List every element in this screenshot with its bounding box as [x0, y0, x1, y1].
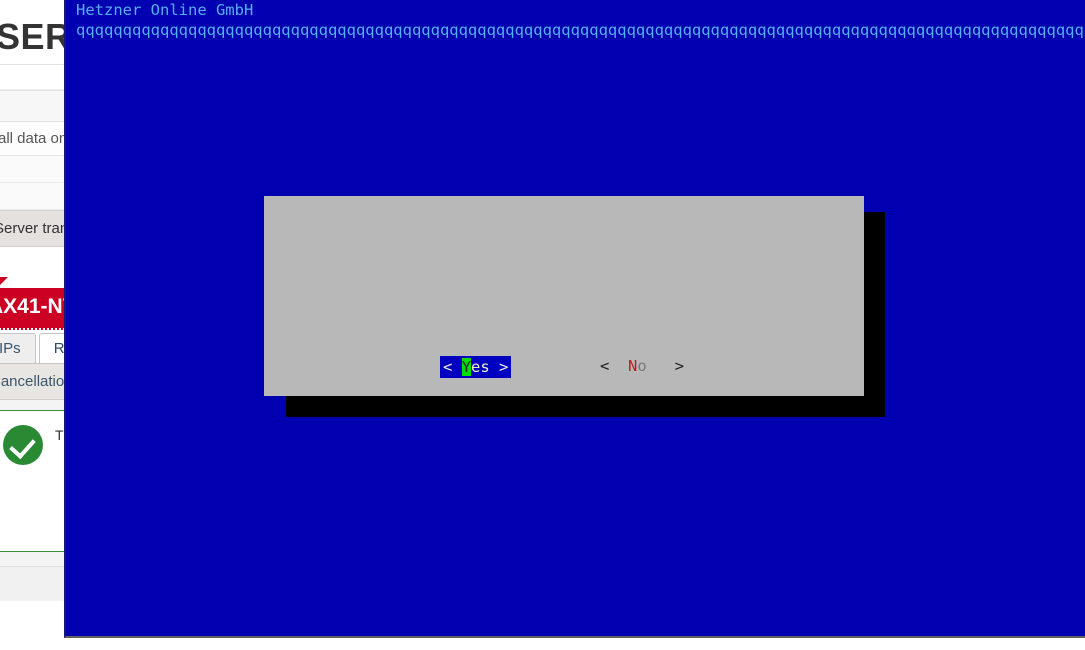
- dialog-top-border: lqqqqqqqqqqqqqqqqqqqqqqqConfirmationqqqq…: [264, 196, 864, 216]
- dialog-separator: tqqqqqqqqqqqqqqqqqqqqqqqqqqqqqqqqqqqqqqq…: [264, 336, 864, 356]
- dialog-button-row: x < Yes > < No > x: [264, 356, 864, 378]
- yes-hotkey: Y: [461, 358, 472, 376]
- dialog-bottom-border: mqqqqqqqqqqqqqqqqqqqqqqqqqqqqqqqqqqqqqqq…: [264, 378, 864, 396]
- no-button[interactable]: < No >: [600, 356, 684, 376]
- dialog-body-row: x x: [264, 256, 864, 276]
- tab-ips[interactable]: IPs: [0, 333, 36, 363]
- dialog-body-row: x x: [264, 296, 864, 316]
- yes-bracket-right: >: [499, 358, 509, 376]
- no-bracket-right: >: [674, 357, 685, 375]
- dialog-drive-row: x /dev/nvme0n1 x: [264, 276, 864, 296]
- no-bracket-left: <: [600, 357, 610, 375]
- dialog-question-row: x Do you want to continue? x: [264, 316, 864, 336]
- no-label: o: [637, 357, 647, 375]
- confirmation-dialog[interactable]: lqqqqqqqqqqqqqqqqqqqqqqqConfirmationqqqq…: [264, 196, 864, 396]
- terminal-header: Hetzner Online GmbH: [76, 1, 254, 19]
- dialog-warning-row: x WARNING!: DATA ON THE FOLLOWING DRIVE …: [264, 236, 864, 256]
- yes-button[interactable]: < Yes >: [440, 356, 512, 378]
- caret-down-icon: [0, 277, 8, 288]
- terminal-rule: qqqqqqqqqqqqqqqqqqqqqqqqqqqqqqqqqqqqqqqq…: [76, 21, 1085, 39]
- yes-label: es: [471, 358, 490, 376]
- dialog-body-row: x x: [264, 216, 864, 236]
- no-hotkey: N: [628, 357, 638, 375]
- yes-bracket-left: <: [443, 358, 453, 376]
- check-circle-icon: [3, 425, 43, 465]
